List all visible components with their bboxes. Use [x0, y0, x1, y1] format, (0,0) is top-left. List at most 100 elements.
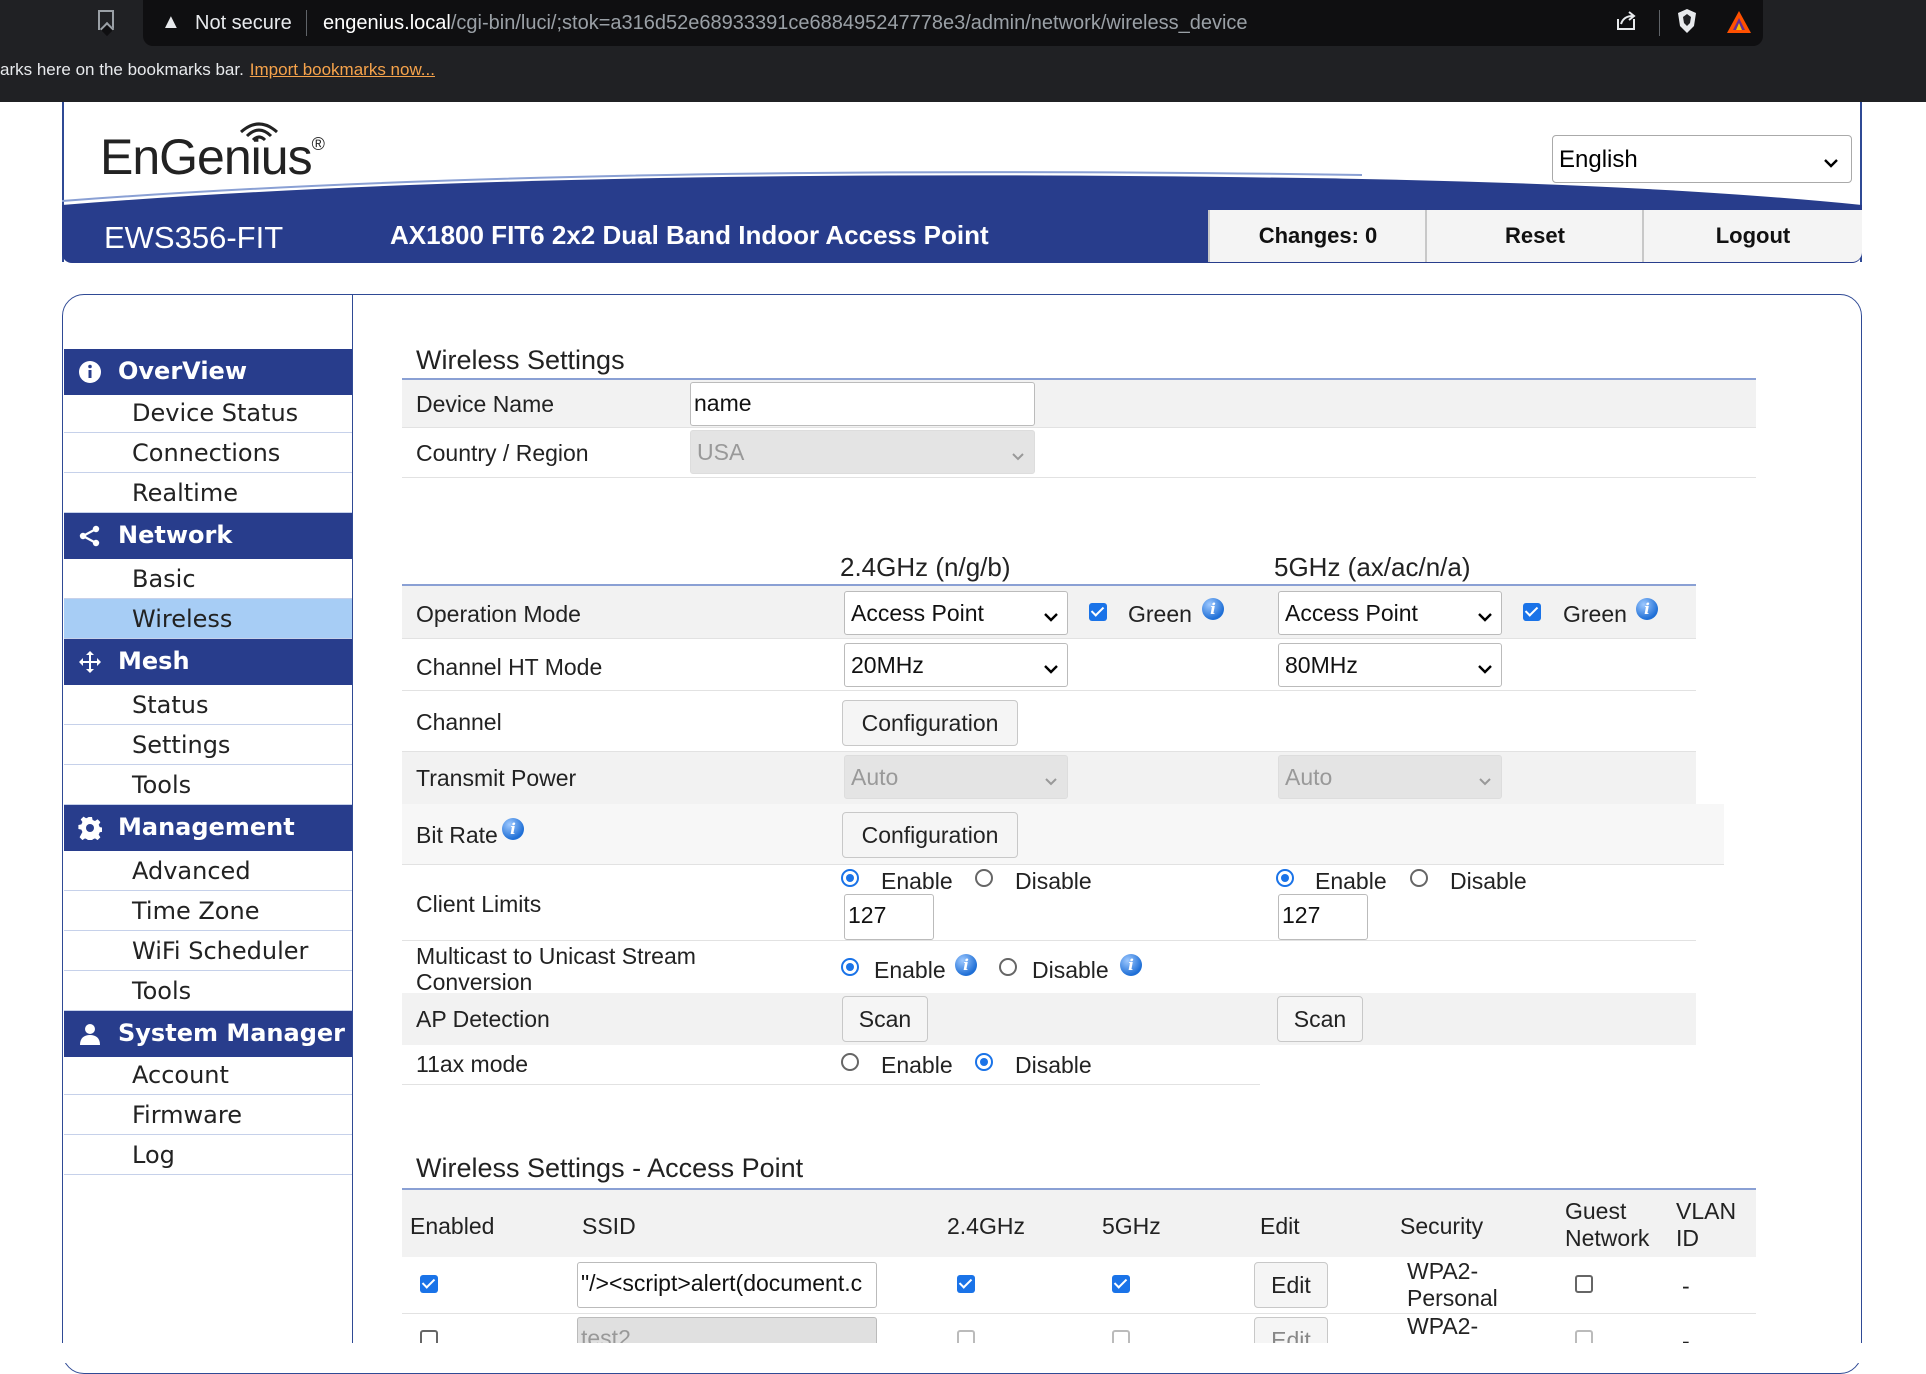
wifi-logo-icon	[240, 122, 278, 142]
sidebar-item-device-status[interactable]: Device Status	[64, 393, 352, 433]
scan-5-button[interactable]: Scan	[1277, 996, 1363, 1042]
client-limit-24-disable-radio[interactable]	[975, 869, 993, 887]
url-path: /cgi-bin/luci/;stok=a316d52e68933391ce68…	[450, 12, 1248, 34]
bit-rate-configuration-button[interactable]: Configuration	[842, 812, 1018, 858]
rewards-triangle-icon[interactable]	[1726, 10, 1752, 34]
share-icon[interactable]	[1615, 10, 1637, 32]
sidebar-item-wireless[interactable]: Wireless	[64, 599, 352, 639]
sidebar-item-label: Connections	[132, 439, 281, 467]
client-limit-24-input[interactable]: 127	[844, 894, 934, 940]
green-24-label: Green	[1128, 601, 1192, 627]
sidebar-item-account[interactable]: Account	[64, 1055, 352, 1095]
sidebar-item-firmware[interactable]: Firmware	[64, 1095, 352, 1135]
channel-configuration-button[interactable]: Configuration	[842, 700, 1018, 746]
multicast-disable-radio[interactable]	[999, 958, 1017, 976]
sidebar-item-mesh-status[interactable]: Status	[64, 685, 352, 725]
sidebar-section-system-manager[interactable]: System Manager	[64, 1011, 352, 1057]
green-24-checkbox[interactable]	[1089, 603, 1107, 621]
ap-detection-label: AP Detection	[416, 1006, 550, 1032]
11ax-disable-radio[interactable]	[975, 1053, 993, 1071]
operation-mode-5-select[interactable]: Access Point	[1278, 591, 1502, 635]
row-divider	[402, 1084, 1260, 1085]
sidebar-item-realtime[interactable]: Realtime	[64, 473, 352, 513]
col-header-edit: Edit	[1260, 1213, 1300, 1239]
row-background	[402, 993, 1696, 1045]
col-header-vlan-line1: VLAN	[1676, 1198, 1737, 1224]
scan-24-button[interactable]: Scan	[842, 996, 928, 1042]
info-icon[interactable]: i	[1202, 598, 1224, 620]
user-icon	[78, 1022, 102, 1046]
chevron-down-icon	[1010, 441, 1026, 468]
reset-button[interactable]: Reset	[1425, 210, 1643, 262]
client-limit-24-enable-radio[interactable]	[841, 869, 859, 887]
ssid-24ghz-checkbox[interactable]	[957, 1275, 975, 1293]
sidebar-item-log[interactable]: Log	[64, 1135, 352, 1175]
sidebar-item-label: Firmware	[132, 1101, 242, 1129]
info-icon[interactable]: i	[1636, 598, 1658, 620]
sidebar-item-mesh-settings[interactable]: Settings	[64, 725, 352, 765]
enable-label: Enable	[881, 868, 953, 894]
sidebar-item-basic[interactable]: Basic	[64, 559, 352, 599]
sidebar-item-connections[interactable]: Connections	[64, 433, 352, 473]
brave-shield-icon[interactable]	[1676, 8, 1698, 34]
url-text[interactable]: engenius.local/cgi-bin/luci/;stok=a316d5…	[323, 12, 1248, 35]
ht-mode-24-select[interactable]: 20MHz	[844, 643, 1068, 687]
multicast-enable-radio[interactable]	[841, 958, 859, 976]
sidebar-section-network[interactable]: Network	[64, 513, 352, 559]
transmit-power-5-value: Auto	[1285, 764, 1333, 790]
sidebar-item-advanced[interactable]: Advanced	[64, 851, 352, 891]
client-limit-5-disable-radio[interactable]	[1410, 869, 1428, 887]
info-icon[interactable]: i	[502, 818, 524, 840]
sidebar-item-mesh-tools[interactable]: Tools	[64, 765, 352, 805]
sidebar-item-label: Device Status	[132, 399, 299, 427]
sidebar-section-management[interactable]: Management	[64, 805, 352, 851]
info-icon[interactable]: i	[955, 954, 977, 976]
sidebar-item-label: Log	[132, 1141, 175, 1169]
logout-button[interactable]: Logout	[1642, 210, 1862, 262]
enable-label: Enable	[881, 1052, 953, 1078]
sidebar-item-wifi-scheduler[interactable]: WiFi Scheduler	[64, 931, 352, 971]
sidebar-item-management-tools[interactable]: Tools	[64, 971, 352, 1011]
client-limit-5-enable-radio[interactable]	[1276, 869, 1294, 887]
address-bar[interactable]: ▲ Not secure engenius.local/cgi-bin/luci…	[143, 0, 1763, 46]
sidebar-section-overview[interactable]: OverView	[64, 349, 352, 395]
channel-ht-mode-label: Channel HT Mode	[416, 654, 603, 680]
sidebar-item-time-zone[interactable]: Time Zone	[64, 891, 352, 931]
device-name-input[interactable]: name	[690, 382, 1035, 426]
col-header-24ghz: 2.4GHz	[947, 1213, 1025, 1239]
edit-button[interactable]: Edit	[1254, 1262, 1328, 1308]
sidebar-item-label: Tools	[132, 771, 192, 799]
info-icon[interactable]: i	[1120, 954, 1142, 976]
changes-button[interactable]: Changes: 0	[1208, 210, 1426, 262]
security-line1: WPA2-	[1407, 1313, 1479, 1339]
bookmark-icon[interactable]	[98, 10, 114, 30]
sidebar-section-mesh[interactable]: Mesh	[64, 639, 352, 685]
ht-mode-5-value: 80MHz	[1285, 652, 1358, 678]
disable-label: Disable	[1015, 1052, 1092, 1078]
country-region-select[interactable]: USA	[690, 430, 1035, 474]
info-circle-icon	[78, 360, 102, 384]
ht-mode-5-select[interactable]: 80MHz	[1278, 643, 1502, 687]
row-divider	[402, 477, 1756, 478]
client-limit-5-input[interactable]: 127	[1278, 894, 1368, 940]
row-divider	[402, 864, 1724, 865]
row-background	[402, 804, 1724, 864]
ssid-input[interactable]: "/><script>alert(document.c	[577, 1262, 877, 1308]
11ax-enable-radio[interactable]	[841, 1053, 859, 1071]
sidebar-item-label: Status	[132, 691, 209, 719]
import-bookmarks-link[interactable]: Import bookmarks now...	[250, 60, 435, 79]
security-line2: Personal	[1407, 1285, 1498, 1311]
transmit-power-5-select[interactable]: Auto	[1278, 755, 1502, 799]
col-header-security: Security	[1400, 1213, 1484, 1239]
green-5-checkbox[interactable]	[1523, 603, 1541, 621]
transmit-power-24-select[interactable]: Auto	[844, 755, 1068, 799]
operation-mode-24-select[interactable]: Access Point	[844, 591, 1068, 635]
guest-network-checkbox[interactable]	[1575, 1275, 1593, 1293]
band-24-header: 2.4GHz (n/g/b)	[840, 552, 1011, 582]
ssid-5ghz-checkbox[interactable]	[1112, 1275, 1130, 1293]
bookmarks-bar-text: arks here on the bookmarks bar.	[0, 60, 244, 79]
ssid-enabled-checkbox[interactable]	[420, 1275, 438, 1293]
disable-label: Disable	[1015, 868, 1092, 894]
security-status[interactable]: Not secure	[195, 12, 292, 35]
col-header-guest-line1: Guest	[1565, 1198, 1627, 1224]
